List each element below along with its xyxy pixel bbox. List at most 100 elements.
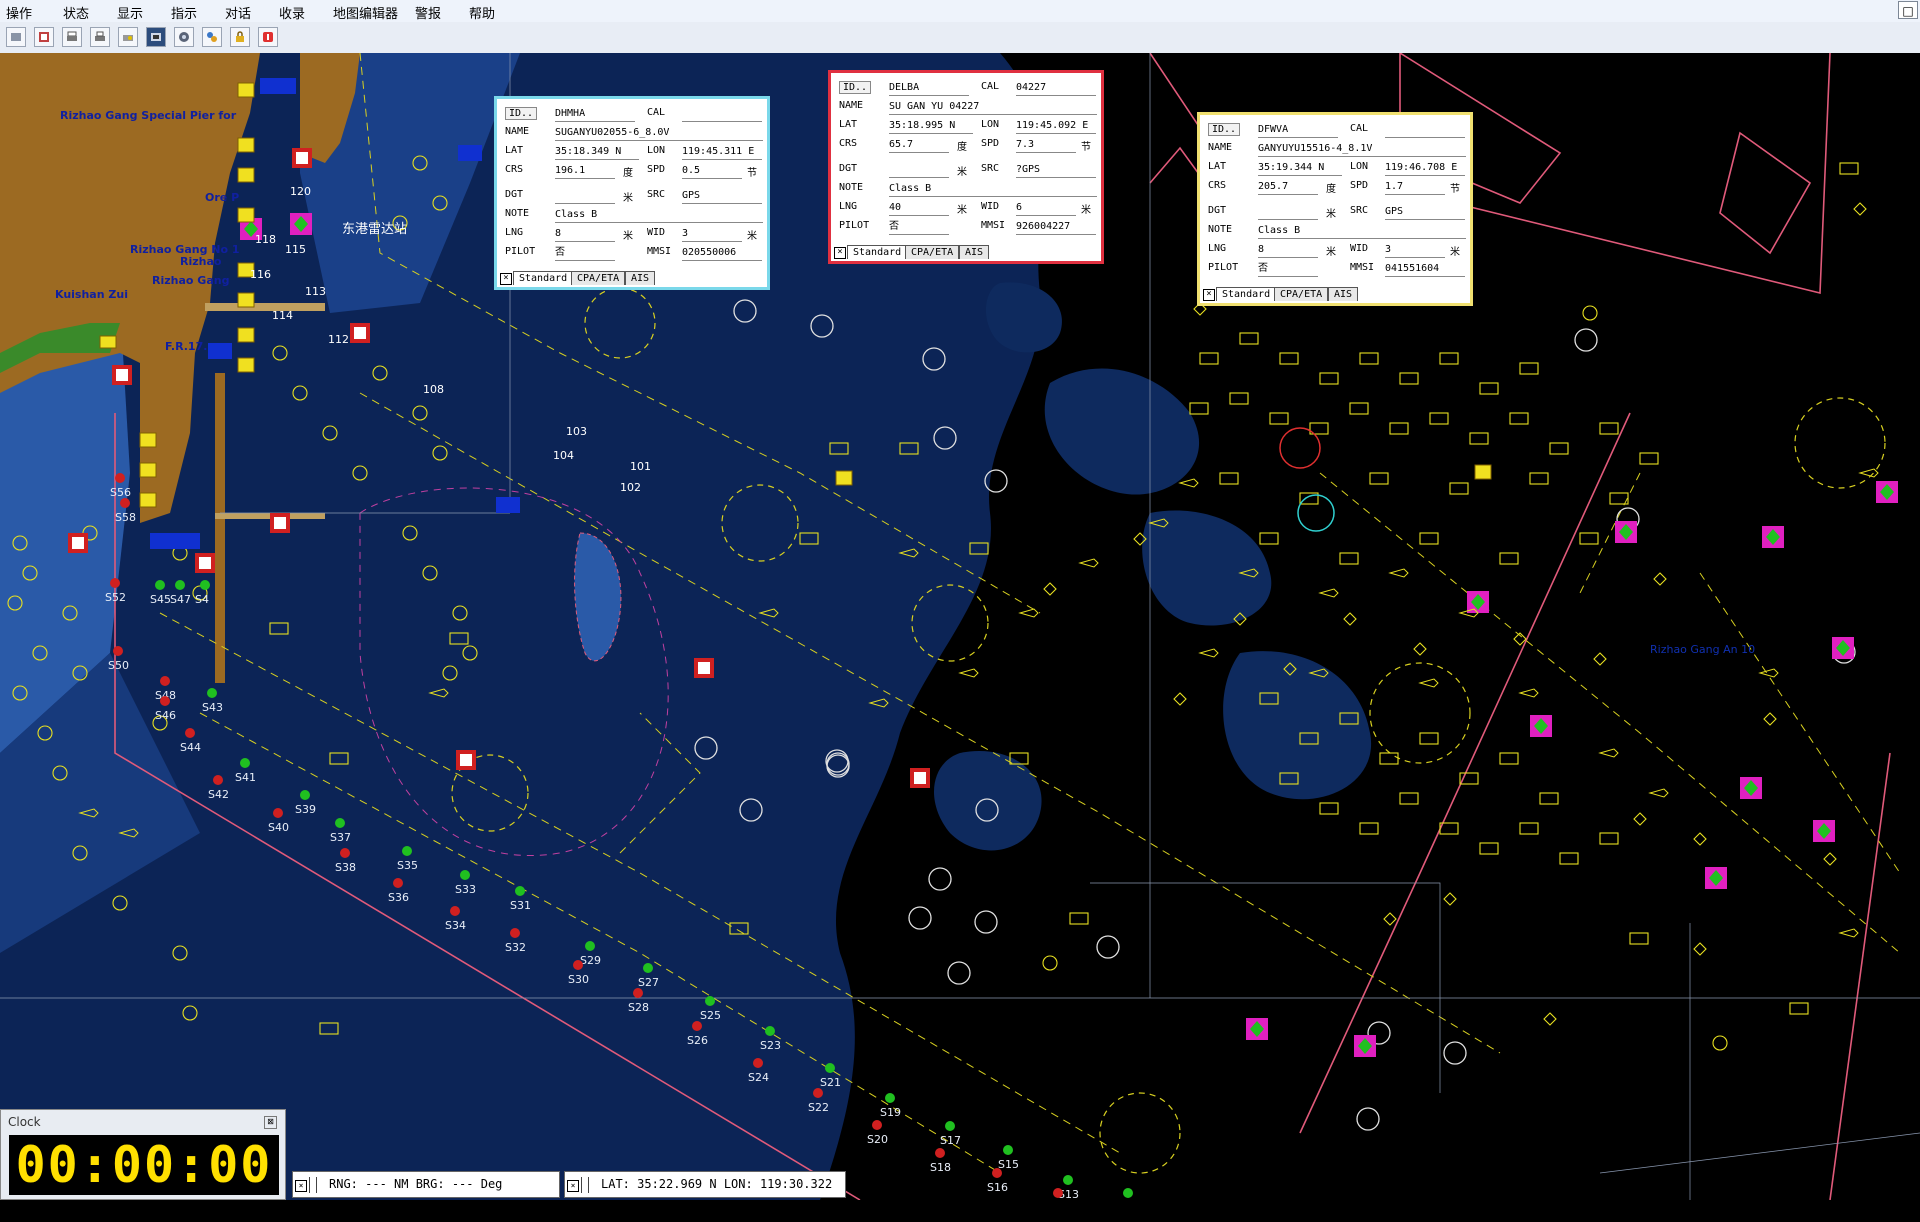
buoy-red-s22[interactable] — [813, 1088, 823, 1098]
lock-icon[interactable] — [230, 27, 250, 47]
label-108: 108 — [423, 383, 444, 396]
buoy-label: S34 — [445, 919, 466, 932]
menu-record[interactable]: 收录 — [279, 3, 305, 22]
tab-standard[interactable]: Standard — [847, 245, 908, 259]
buoy-red-s24[interactable] — [753, 1058, 763, 1068]
buoy-red-s20[interactable] — [872, 1120, 882, 1130]
buoy-red-s34[interactable] — [450, 906, 460, 916]
menu-help[interactable]: 帮助 — [469, 3, 495, 22]
menu-operation[interactable]: 操作 — [6, 3, 32, 22]
printer-icon[interactable] — [118, 27, 138, 47]
buoy-red-s52[interactable] — [110, 578, 120, 588]
pilot-label: PILOT — [1208, 262, 1239, 273]
buoy-green-s23[interactable] — [765, 1026, 775, 1036]
buoy-red-s36[interactable] — [393, 878, 403, 888]
buoy-green-s4[interactable] — [200, 580, 210, 590]
wid-label: WID — [1350, 243, 1369, 254]
tab-cpa-eta[interactable]: CPA/ETA — [905, 245, 960, 259]
buoy-green-s47[interactable] — [175, 580, 185, 590]
buoy-green-s35[interactable] — [402, 846, 412, 856]
search-icon[interactable] — [146, 27, 166, 47]
buoy-green-s45[interactable] — [155, 580, 165, 590]
wid-unit: 米 — [1081, 205, 1091, 216]
buoy-red-s42[interactable] — [213, 775, 223, 785]
close-icon[interactable]: × — [834, 247, 846, 259]
buoy-red-s48[interactable] — [160, 676, 170, 686]
tab-ais[interactable]: AIS — [1328, 287, 1359, 301]
wid-label: WID — [981, 201, 1000, 212]
tab-ais[interactable]: AIS — [959, 245, 990, 259]
print-preview-icon[interactable] — [90, 27, 110, 47]
menu-display[interactable]: 显示 — [117, 3, 143, 22]
lon-value: 119:46.708 E — [1385, 161, 1465, 176]
buoy-red-s16[interactable] — [992, 1168, 1002, 1178]
lng-value: 8 — [1258, 243, 1318, 258]
buoy-green-s37[interactable] — [335, 818, 345, 828]
buoy-red-s50[interactable] — [113, 646, 123, 656]
menu-dialog[interactable]: 对话 — [225, 3, 251, 22]
buoy-label: S43 — [202, 701, 223, 714]
settings-icon[interactable] — [202, 27, 222, 47]
id-button[interactable]: ID.. — [1208, 123, 1241, 136]
buoy-red-s30[interactable] — [573, 960, 583, 970]
menu-status[interactable]: 状态 — [63, 3, 89, 22]
buoy-green-s21[interactable] — [825, 1063, 835, 1073]
buoy-red-s32[interactable] — [510, 928, 520, 938]
tab-standard[interactable]: Standard — [513, 271, 574, 285]
buoy-green-s27[interactable] — [643, 963, 653, 973]
layer-icon[interactable] — [6, 27, 26, 47]
buoy-red-s14[interactable] — [1053, 1188, 1063, 1198]
buoy-label: S33 — [455, 883, 476, 896]
buoy-red-s26[interactable] — [692, 1021, 702, 1031]
close-icon[interactable]: × — [500, 273, 512, 285]
tab-cpa-eta[interactable]: CPA/ETA — [571, 271, 626, 285]
id-button[interactable]: ID.. — [505, 107, 538, 120]
pilot-label: PILOT — [839, 220, 870, 231]
close-icon[interactable]: × — [567, 1180, 579, 1192]
menu-indicate[interactable]: 指示 — [171, 3, 197, 22]
buoy-green-s19[interactable] — [885, 1093, 895, 1103]
buoy-green-s15[interactable] — [1003, 1145, 1013, 1155]
close-icon[interactable]: × — [295, 1180, 307, 1192]
buoy-green-s29[interactable] — [585, 941, 595, 951]
pilot-value: 否 — [555, 246, 615, 261]
buoy-red-s58[interactable] — [120, 498, 130, 508]
close-icon[interactable]: ⊠ — [264, 1116, 277, 1129]
id-button[interactable]: ID.. — [839, 81, 872, 94]
chart-icon[interactable] — [34, 27, 54, 47]
grip-handle[interactable] — [581, 1177, 589, 1193]
buoy-green-s41[interactable] — [240, 758, 250, 768]
tab-cpa-eta[interactable]: CPA/ETA — [1274, 287, 1329, 301]
buoy-green-s39[interactable] — [300, 790, 310, 800]
buoy-red-s18[interactable] — [935, 1148, 945, 1158]
tab-ais[interactable]: AIS — [625, 271, 656, 285]
buoy-green-s43[interactable] — [207, 688, 217, 698]
buoy-green-s33[interactable] — [460, 870, 470, 880]
radar-icon[interactable] — [174, 27, 194, 47]
alarm-icon[interactable] — [258, 27, 278, 47]
spd-label: SPD — [647, 164, 666, 175]
crs-unit: 度 — [1326, 184, 1336, 195]
window-restore-button[interactable]: □ — [1898, 1, 1918, 19]
buoy-green-s11[interactable] — [1123, 1188, 1133, 1198]
cal-label: CAL — [1350, 123, 1369, 134]
menu-map-editor[interactable]: 地图编辑器 — [333, 3, 398, 22]
close-icon[interactable]: × — [1203, 289, 1215, 301]
menu-alarm[interactable]: 警报 — [415, 3, 441, 22]
buoy-green-s31[interactable] — [515, 886, 525, 896]
buoy-red-s44[interactable] — [185, 728, 195, 738]
buoy-green-s25[interactable] — [705, 996, 715, 1006]
clock-title: Clock — [8, 1115, 41, 1129]
crs-value: 196.1 — [555, 164, 615, 179]
buoy-green-s17[interactable] — [945, 1121, 955, 1131]
buoy-red-s46[interactable] — [160, 696, 170, 706]
buoy-red-s56[interactable] — [115, 473, 125, 483]
buoy-label: S30 — [568, 973, 589, 986]
buoy-green-s13[interactable] — [1063, 1175, 1073, 1185]
grip-handle[interactable] — [309, 1177, 317, 1193]
buoy-red-s40[interactable] — [273, 808, 283, 818]
tab-standard[interactable]: Standard — [1216, 287, 1277, 301]
buoy-red-s38[interactable] — [340, 848, 350, 858]
buoy-red-s28[interactable] — [633, 988, 643, 998]
print-icon[interactable] — [62, 27, 82, 47]
